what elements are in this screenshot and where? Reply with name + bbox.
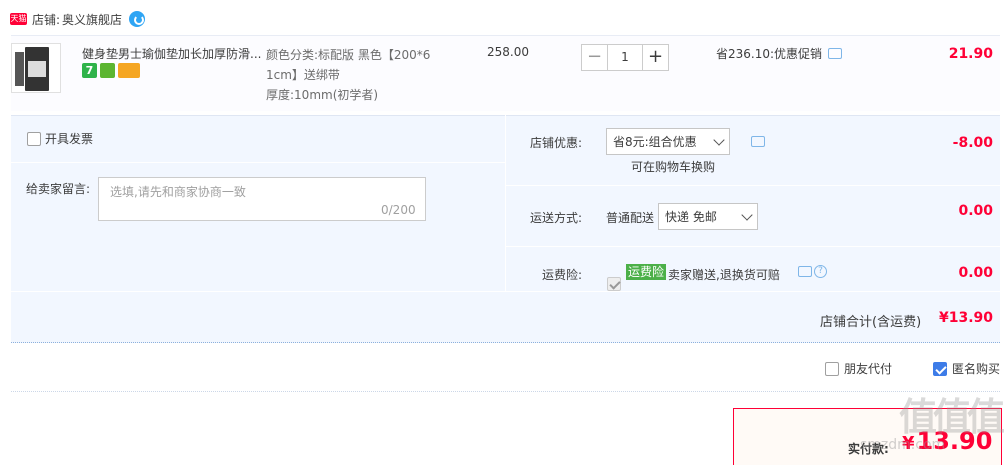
service-badges: 7 (82, 63, 140, 78)
shop-total-label: 店铺合计(含运费) (820, 315, 922, 330)
insurance-label: 运费险: (542, 268, 583, 282)
shipping-value: 快递 免邮 (665, 210, 717, 224)
shop-discount-amount: -8.00 (952, 135, 993, 151)
thumbnail-product-image (25, 47, 49, 91)
thumbnail-decor (15, 52, 24, 86)
insurance-checkbox (607, 277, 621, 291)
insurance-description: 卖家赠送,退换货可赔 (668, 268, 780, 282)
shop-header: 天猫 店铺: 奥义旗舰店 (10, 9, 146, 29)
shop-label: 店铺: (32, 12, 61, 27)
watermark-logo: 值值值 (898, 395, 1005, 439)
shipping-select[interactable]: 快递 免邮 (658, 203, 758, 230)
shop-discount-select[interactable]: 省8元:组合优惠 (606, 128, 730, 155)
seller-message-label: 给卖家留言: (26, 182, 91, 196)
friend-pay-label: 朋友代付 (844, 362, 893, 376)
wangwang-chat-icon[interactable] (129, 11, 146, 27)
shop-discount-note: 可在购物车换购 (631, 160, 716, 174)
credit-card-icon[interactable] (118, 63, 140, 78)
invoice-label: 开具发票 (45, 132, 94, 146)
insurance-comment-icon[interactable] (798, 266, 812, 277)
seller-message-placeholder: 选填,请先和商家协商一致 (110, 185, 246, 199)
divider (506, 246, 1000, 247)
anonymous-purchase-label: 匿名购买 (952, 362, 1001, 376)
chevron-down-icon (741, 208, 753, 221)
shop-name-link[interactable]: 奥义旗舰店 (62, 11, 122, 28)
divider (11, 391, 1000, 392)
sku-line: 颜色分类:标配版 黑色【200*6 (266, 48, 431, 62)
seven-day-return-icon[interactable]: 7 (82, 63, 97, 78)
discount-comment-icon[interactable] (751, 136, 765, 147)
friend-pay-option[interactable]: 朋友代付 (825, 360, 892, 377)
shipping-label: 运送方式: (530, 211, 583, 225)
sku-line: 1cm】送绑带 (266, 68, 340, 82)
insurance-icons: ? (798, 265, 827, 278)
quantity-decrease-button[interactable]: − (581, 44, 608, 71)
divider (505, 115, 506, 291)
quantity-increase-button[interactable]: + (642, 44, 669, 71)
promotion-comment-icon[interactable] (828, 48, 843, 59)
anonymous-purchase-option[interactable]: 匿名购买 (933, 360, 1000, 377)
insurance-amount: 0.00 (958, 265, 993, 281)
help-icon[interactable]: ? (814, 265, 827, 278)
quantity-stepper: − 1 + (581, 44, 669, 71)
item-subtotal: 21.90 (948, 46, 993, 62)
insurance-tag: 运费险 (626, 264, 667, 280)
quantity-input[interactable]: 1 (608, 44, 642, 71)
divider (11, 162, 505, 163)
invoice-option[interactable]: 开具发票 (27, 130, 93, 147)
guarantee-icon[interactable] (100, 63, 115, 78)
invoice-checkbox[interactable] (27, 131, 41, 146)
divider (506, 185, 1000, 186)
anonymous-purchase-checkbox[interactable] (933, 361, 947, 376)
item-promotion: 省236.10:优惠促销 (716, 45, 843, 62)
tmall-badge: 天猫 (10, 13, 27, 25)
friend-pay-checkbox[interactable] (825, 361, 839, 376)
shop-discount-value: 省8元:组合优惠 (613, 135, 697, 149)
product-title-link[interactable]: 健身垫男士瑜伽垫加长加厚防滑... (82, 45, 262, 62)
shipping-method: 普通配送 (606, 211, 655, 225)
unit-price: 258.00 (487, 45, 529, 59)
shop-total-amount: ¥13.90 (938, 310, 993, 326)
product-sku: 颜色分类:标配版 黑色【200*6 1cm】送绑带 厚度:10mm(初学者) (266, 45, 466, 105)
promotion-text: 省236.10:优惠促销 (716, 47, 823, 61)
product-thumbnail[interactable] (11, 43, 61, 93)
shop-discount-label: 店铺优惠: (530, 136, 583, 150)
shipping-amount: 0.00 (958, 203, 993, 219)
chevron-down-icon (713, 133, 725, 146)
watermark-site: smzdm.com (860, 437, 946, 453)
seller-message-counter: 0/200 (381, 203, 416, 217)
sku-line: 厚度:10mm(初学者) (266, 88, 379, 102)
divider (11, 291, 1000, 292)
